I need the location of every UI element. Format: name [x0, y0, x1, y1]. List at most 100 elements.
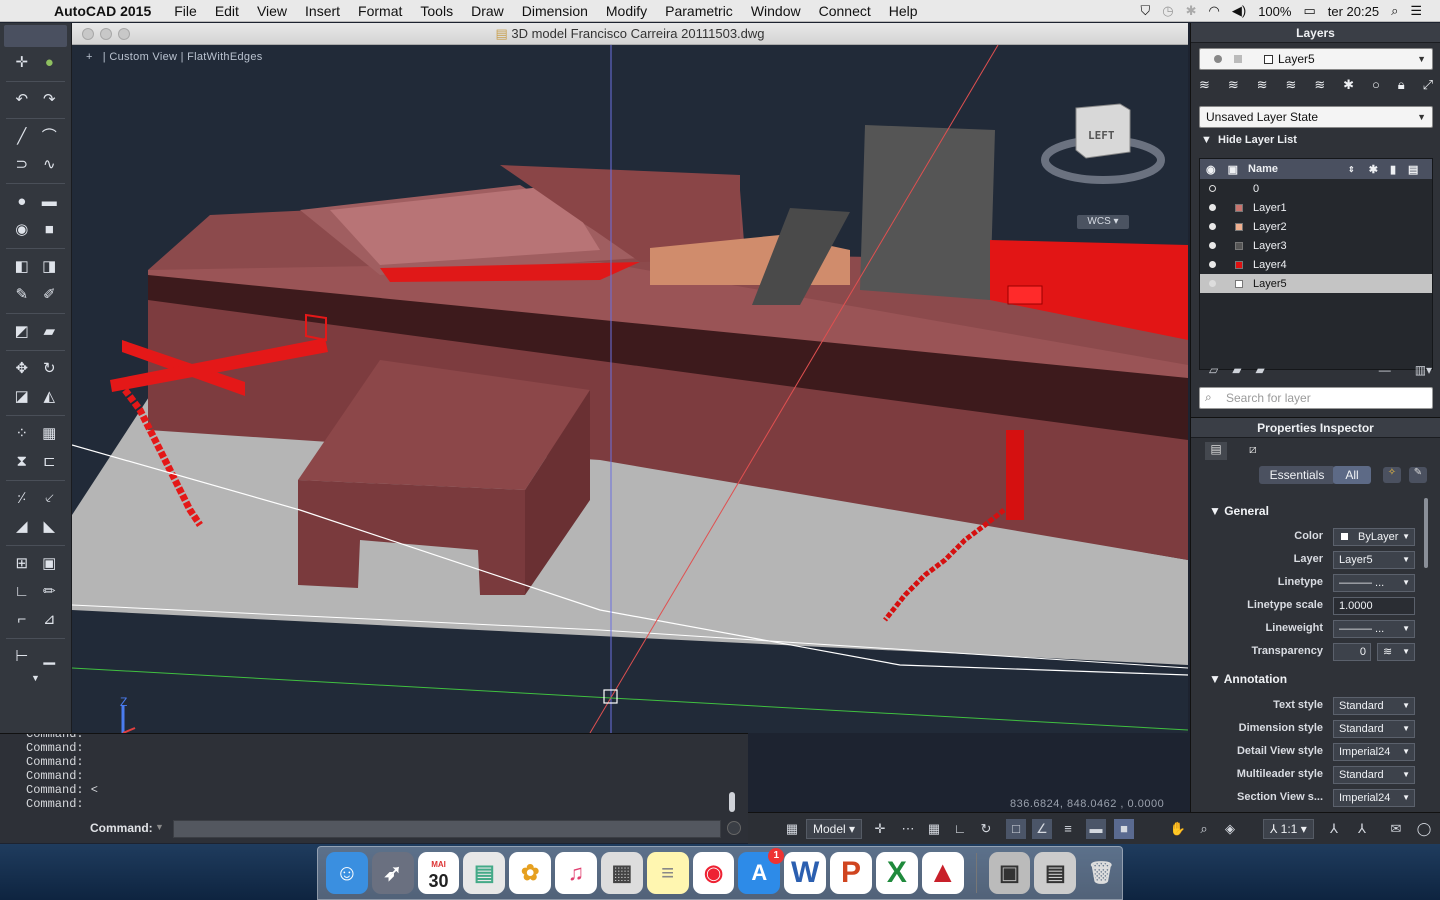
linetype-scale-input[interactable]: 1.0000 [1333, 597, 1415, 615]
menu-draw[interactable]: Draw [471, 3, 504, 19]
quick-select-icon[interactable]: ✧ [1383, 467, 1401, 483]
command-customize-icon[interactable] [727, 821, 741, 835]
wcs-menu[interactable]: WCS ▾ [1077, 215, 1129, 229]
visibility-dot-icon[interactable] [1209, 185, 1216, 192]
tab-all[interactable]: All [1333, 466, 1371, 484]
shield-icon[interactable]: ⛉ [1141, 3, 1151, 19]
scale-icon[interactable]: ◪ [13, 388, 31, 406]
otrack-icon[interactable]: ∠ [1032, 819, 1052, 839]
viewport-controls[interactable]: + | Custom View | FlatWithEdges [86, 51, 263, 63]
insert-block-icon[interactable]: ⊞ [13, 555, 31, 573]
layout-grid-icon[interactable]: ▦ [782, 819, 802, 839]
object-tab-icon[interactable]: ▤ [1205, 442, 1227, 460]
excel-icon[interactable]: X [875, 852, 918, 894]
polyline-icon[interactable]: ⊃ [13, 156, 31, 174]
app-menu[interactable]: AutoCAD 2015 [54, 3, 151, 19]
fullscreen-icon[interactable]: ◯ [1414, 819, 1434, 839]
grid-icon[interactable]: ⋯ [898, 819, 918, 839]
pan-icon[interactable]: ✋ [1168, 819, 1188, 839]
pick-object-icon[interactable]: ✎ [1409, 467, 1427, 483]
cube-icon[interactable]: ■ [40, 221, 58, 239]
sphere-icon[interactable]: ● [13, 193, 31, 211]
mirror-icon[interactable]: ⧗ [13, 453, 31, 471]
new-group-icon[interactable]: ▰ [1232, 363, 1241, 381]
section-view-style-dropdown[interactable]: Imperial24 ▼ [1333, 789, 1415, 807]
launchpad-icon[interactable]: ➶ [371, 852, 414, 894]
eraser-icon[interactable]: ▰ [40, 323, 58, 341]
ortho-icon[interactable]: ∟ [950, 819, 970, 839]
zoom-icon[interactable]: ⌕ [1194, 819, 1214, 839]
properties-scrollbar[interactable] [1424, 498, 1428, 568]
app-store-icon[interactable]: A1 [738, 848, 785, 894]
orbit-icon[interactable]: ◈ [1220, 819, 1240, 839]
menu-edit[interactable]: Edit [215, 3, 239, 19]
current-layer-dropdown[interactable]: Layer5 ▼ [1199, 48, 1433, 70]
trash-icon[interactable]: 🗑︎ [1080, 852, 1122, 894]
layer-row[interactable]: 0 [1200, 179, 1432, 198]
lineweight-dropdown[interactable]: ——— ... ▼ [1333, 620, 1415, 638]
autocad-icon[interactable]: ▲ [921, 852, 964, 894]
calculator-icon[interactable]: ▦ [600, 852, 643, 894]
union-icon[interactable]: ◩ [13, 323, 31, 341]
offset-icon[interactable]: ⊏ [40, 453, 58, 471]
arc-icon[interactable]: ⌒ [40, 128, 58, 146]
documents-stack-icon[interactable]: ▤ [1034, 852, 1077, 894]
time-machine-icon[interactable]: ◷ [1162, 3, 1173, 19]
chevron-down-icon[interactable]: ▼ [27, 669, 45, 687]
layer-delete-icon[interactable]: ⤢ [1423, 77, 1433, 99]
sort-icon[interactable]: ⇕ [1348, 165, 1355, 174]
trim-icon[interactable]: ⸓ [13, 490, 31, 508]
freeze-column-icon[interactable]: ✱ [1369, 163, 1378, 176]
bluetooth-icon[interactable]: ✱ [1186, 3, 1197, 19]
layer-settings-icon[interactable]: ▥▾ [1415, 363, 1432, 381]
plot-column-icon[interactable]: ▤ [1408, 163, 1418, 176]
color-column-icon[interactable]: ▣ [1228, 163, 1238, 176]
color-dropdown[interactable]: ByLayer ▼ [1333, 528, 1415, 546]
downloads-stack-icon[interactable]: ▣ [988, 852, 1031, 894]
globe-icon[interactable]: ● [40, 54, 58, 72]
tab-essentials[interactable]: Essentials [1259, 466, 1335, 484]
finder-icon[interactable]: ☺ [326, 852, 368, 894]
powerpoint-icon[interactable]: P [830, 852, 872, 894]
menu-parametric[interactable]: Parametric [665, 3, 733, 19]
array-icon[interactable]: ▦ [40, 425, 58, 443]
selection-cycling-icon[interactable]: ■ [1114, 819, 1134, 839]
presspull-icon[interactable]: ◨ [40, 258, 58, 276]
viewcube-ring-icon[interactable] [1038, 100, 1168, 190]
visibility-dot-icon[interactable] [1209, 261, 1216, 268]
command-options-icon[interactable]: ▼ [155, 822, 164, 832]
layer-row[interactable]: Layer1 [1200, 198, 1432, 217]
visibility-dot-icon[interactable] [1209, 280, 1216, 287]
calendar-icon[interactable]: MAI 30 [417, 852, 460, 894]
snap-icon[interactable]: ✛ [870, 819, 890, 839]
annotation-visibility-icon[interactable]: ⅄ [1324, 819, 1344, 839]
workspace-icon[interactable]: ✉ [1386, 819, 1406, 839]
transparency-mode-dropdown[interactable]: ≋ ▼ [1377, 643, 1415, 661]
layer-dropdown[interactable]: Layer5 ▼ [1333, 551, 1415, 569]
new-layer-icon[interactable]: ▱ [1209, 363, 1218, 381]
linetype-dropdown[interactable]: ——— ... ▼ [1333, 574, 1415, 592]
pen-icon[interactable]: ✏ [40, 583, 58, 601]
extrude-icon[interactable]: ◧ [13, 258, 31, 276]
crosshair-icon[interactable]: ✛ [13, 54, 31, 72]
dimension-style-dropdown[interactable]: Standard ▼ [1333, 720, 1415, 738]
set-current-icon[interactable]: ≋ [1228, 77, 1239, 99]
menu-insert[interactable]: Insert [305, 3, 340, 19]
clock[interactable]: ter 20:25 [1328, 4, 1379, 19]
rotate-icon[interactable]: ↻ [40, 360, 58, 378]
battery-icon[interactable]: ▭ [1303, 3, 1315, 19]
copy-icon[interactable]: ⁘ [13, 425, 31, 443]
extend-icon[interactable]: ⸔ [40, 490, 58, 508]
layer-state-dropdown[interactable]: Unsaved Layer State ▼ [1199, 106, 1433, 128]
palette-header[interactable] [4, 25, 67, 47]
grid-display-icon[interactable]: ▦ [924, 819, 944, 839]
notes-icon[interactable]: ≡ [646, 852, 689, 894]
contacts-icon[interactable]: ▤ [463, 852, 506, 894]
menu-tools[interactable]: Tools [420, 3, 453, 19]
general-section[interactable]: ▼ General [1209, 504, 1269, 518]
menu-format[interactable]: Format [358, 3, 402, 19]
view-label[interactable]: Custom View [109, 51, 177, 63]
lock-column-icon[interactable]: ▮ [1390, 163, 1396, 176]
layer-match-icon[interactable]: ≋ [1285, 77, 1296, 99]
menu-file[interactable]: File [174, 3, 197, 19]
